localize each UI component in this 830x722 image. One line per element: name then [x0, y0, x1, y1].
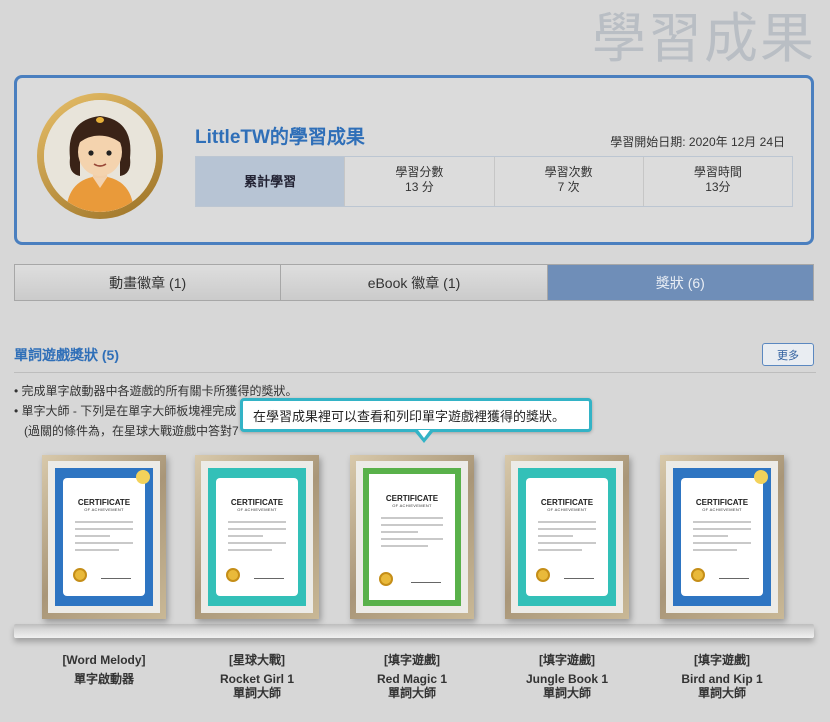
certificate-label[interactable]: [Word Melody] 單字啟動器 — [29, 653, 179, 686]
certificate-name: Red Magic 1 — [376, 672, 448, 686]
stat-value: 13 分 — [405, 180, 434, 194]
start-date: 學習開始日期: 2020年 12月 24日 — [610, 135, 785, 149]
seal-icon — [536, 568, 550, 582]
certificate-heading: CERTIFICATE — [695, 498, 749, 507]
certificate-word-melody[interactable]: CERTIFICATE OF ACHIEVEMENT — [42, 455, 166, 619]
certificate-name: Jungle Book 1 — [525, 672, 608, 686]
stat-time: 學習時間 13分 — [642, 157, 792, 206]
certificate-category: [填字遊戲] — [384, 653, 440, 667]
divider — [14, 372, 816, 373]
profile-name: LittleTW的學習成果 — [195, 127, 365, 148]
section-title: 單詞遊戲獎狀 (5) — [14, 347, 119, 363]
certificate-subheading: OF ACHIEVEMENT — [84, 507, 124, 512]
certificate-label[interactable]: [填字遊戲] Jungle Book 1 單詞大師 — [492, 653, 642, 700]
planet-icon — [136, 470, 150, 484]
tooltip: 在學習成果裡可以查看和列印單字遊戲裡獲得的獎狀。 — [240, 398, 592, 443]
certificate-rocket-girl[interactable]: CERTIFICATE OF ACHIEVEMENT — [195, 455, 319, 619]
certificate-category: [填字遊戲] — [694, 653, 750, 667]
signature-icon — [564, 573, 594, 579]
certificate-heading: CERTIFICATE — [230, 498, 284, 507]
certificate-label[interactable]: [星球大戰] Rocket Girl 1 單詞大師 — [182, 653, 332, 700]
tooltip-text: 在學習成果裡可以查看和列印單字遊戲裡獲得的獎狀。 — [253, 408, 566, 424]
signature-icon — [411, 577, 441, 583]
seal-icon — [73, 568, 87, 582]
certificate-subtitle: 單詞大師 — [387, 686, 436, 700]
profile-card: LittleTW的學習成果 學習開始日期: 2020年 12月 24日 累計學習… — [14, 75, 814, 245]
seal-icon — [226, 568, 240, 582]
stats-table: 累計學習 學習分數 13 分 學習次數 7 次 學習時間 13分 — [195, 156, 793, 207]
certificate-subheading: OF ACHIEVEMENT — [547, 507, 587, 512]
tab-bar: 動畫徽章 (1) eBook 徽章 (1) 獎狀 (6) — [14, 264, 814, 301]
tab-animation-badges[interactable]: 動畫徽章 (1) — [15, 265, 281, 300]
certificate-subheading: OF ACHIEVEMENT — [237, 507, 277, 512]
stat-label: 學習次數 — [544, 165, 593, 179]
stat-label: 累計學習 — [244, 174, 297, 189]
planet-icon — [754, 470, 768, 484]
certificate-name: Rocket Girl 1 — [219, 672, 295, 686]
stat-label: 學習分數 — [395, 165, 444, 179]
certificate-label[interactable]: [填字遊戲] Bird and Kip 1 單詞大師 — [647, 653, 797, 700]
certificate-subheading: OF ACHIEVEMENT — [392, 503, 432, 508]
signature-icon — [719, 573, 749, 579]
certificate-jungle-book[interactable]: CERTIFICATE OF ACHIEVEMENT — [505, 455, 629, 619]
certificate-heading: CERTIFICATE — [385, 494, 439, 503]
certificate-subtitle: 單詞大師 — [697, 686, 746, 700]
stat-cumulative: 累計學習 — [196, 157, 345, 206]
seal-icon — [379, 572, 393, 586]
certificate-category: [填字遊戲] — [539, 653, 595, 667]
girl-avatar-icon — [44, 100, 156, 212]
shelf — [14, 624, 814, 638]
stat-count: 學習次數 7 次 — [493, 157, 643, 206]
more-button[interactable]: 更多 — [762, 343, 814, 366]
certificate-name: 單字啟動器 — [73, 672, 134, 686]
stat-label: 學習時間 — [693, 165, 742, 179]
certificate-subheading: OF ACHIEVEMENT — [702, 507, 742, 512]
certificate-category: [Word Melody] — [62, 653, 146, 667]
description-line: • 單字大師 - 下列是在單字大師板塊裡完成 — [14, 404, 237, 418]
certificate-subtitle: 單詞大師 — [232, 686, 281, 700]
certificate-heading: CERTIFICATE — [540, 498, 594, 507]
certificate-subtitle: 單詞大師 — [542, 686, 591, 700]
seal-icon — [691, 568, 705, 582]
certificate-name: Bird and Kip 1 — [681, 672, 763, 686]
stat-value: 13分 — [705, 180, 731, 194]
certificate-heading: CERTIFICATE — [77, 498, 131, 507]
certificate-label[interactable]: [填字遊戲] Red Magic 1 單詞大師 — [337, 653, 487, 700]
certificate-category: [星球大戰] — [229, 653, 285, 667]
stat-score: 學習分數 13 分 — [344, 157, 493, 206]
tab-ebook-badges[interactable]: eBook 徽章 (1) — [280, 265, 547, 300]
stat-value: 7 次 — [557, 180, 580, 194]
avatar — [37, 93, 163, 219]
signature-icon — [101, 573, 131, 579]
tab-certificates[interactable]: 獎狀 (6) — [546, 265, 813, 300]
certificate-red-magic[interactable]: CERTIFICATE OF ACHIEVEMENT — [350, 455, 474, 619]
page-title: 學習成果 — [592, 9, 816, 69]
description-line: (過關的條件為，在星球大戰遊戲中答對7 — [24, 424, 239, 438]
certificate-bird-and-kip[interactable]: CERTIFICATE OF ACHIEVEMENT — [660, 455, 784, 619]
signature-icon — [254, 573, 284, 579]
